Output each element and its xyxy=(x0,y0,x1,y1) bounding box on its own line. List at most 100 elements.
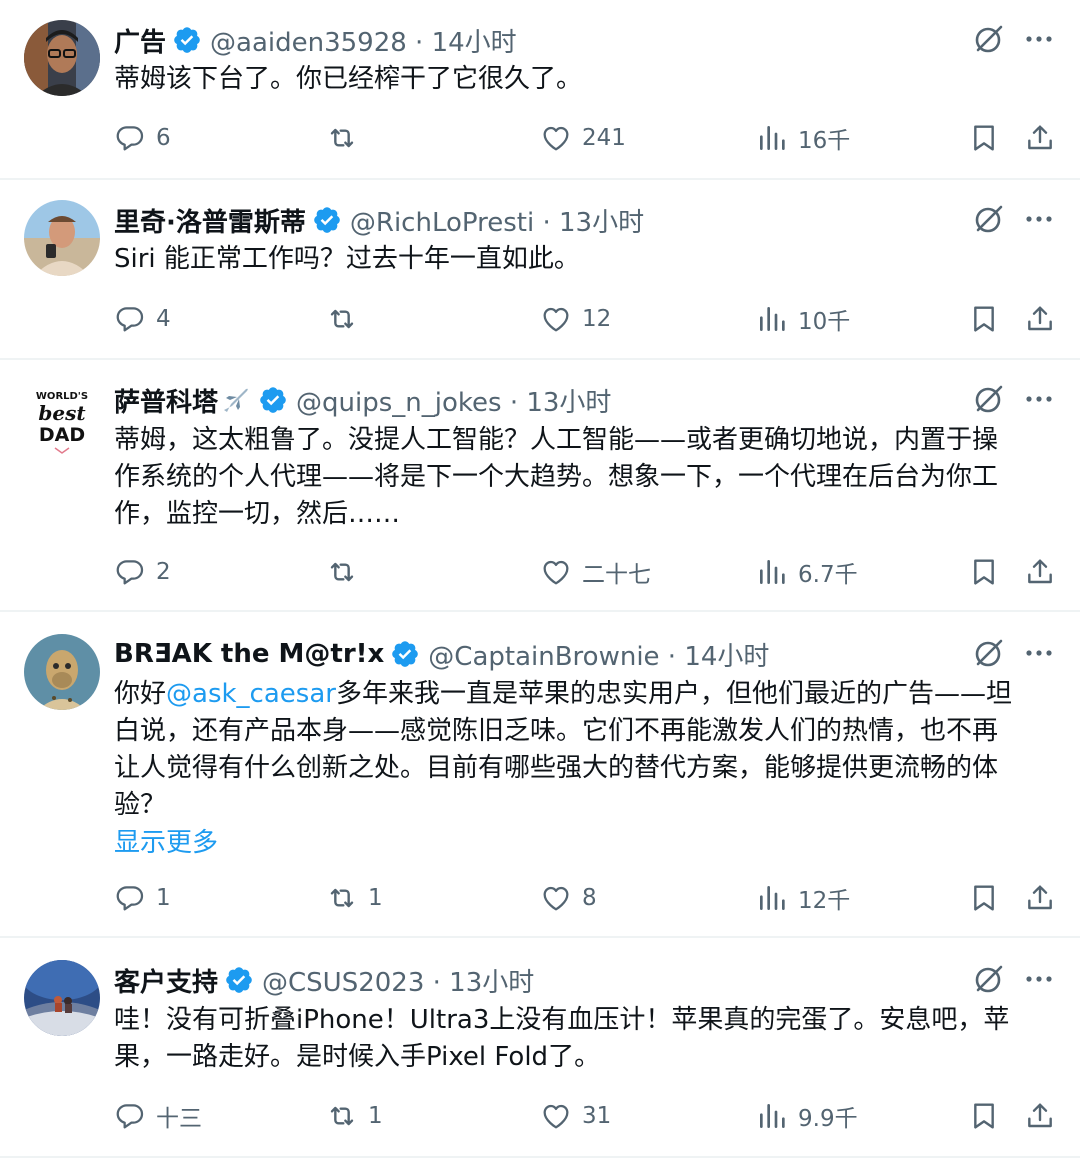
views-button[interactable]: 12千 xyxy=(756,878,850,918)
reply-button[interactable]: 1 xyxy=(114,878,171,918)
display-name[interactable]: 客户支持 xyxy=(114,962,218,999)
like-button[interactable]: 241 xyxy=(540,118,626,158)
tweet[interactable]: BRƎAK the M@tr!x @CaptainBrownie · 14小时 … xyxy=(0,612,1080,936)
text-line: 作系统的个人代理——将是下一个大趋势。想象一下，一个代理在后台为你工 xyxy=(114,462,999,492)
retweet-button[interactable]: 1 xyxy=(326,878,383,918)
share-icon xyxy=(1028,306,1052,331)
tweet[interactable]: WORLD'S best DAD 萨普科塔 @quips_n_jokes · 1… xyxy=(0,360,1080,610)
grok-icon[interactable] xyxy=(972,382,1006,416)
avatar[interactable] xyxy=(24,634,100,710)
retweet-button[interactable] xyxy=(326,118,368,158)
bookmark-button[interactable] xyxy=(968,1096,1000,1136)
action-bar: 6 241 16千 xyxy=(0,118,1080,158)
more-options-icon[interactable] xyxy=(1022,962,1056,996)
show-more-link[interactable]: 显示更多 xyxy=(114,822,218,859)
action-bar: 4 12 10千 xyxy=(0,299,1080,339)
handle-and-time[interactable]: @RichLoPresti · 13小时 xyxy=(350,202,644,239)
share-button[interactable] xyxy=(1024,1096,1056,1136)
grok-icon[interactable] xyxy=(972,962,1006,996)
views-button[interactable]: 6.7千 xyxy=(756,552,858,592)
timeline: 广告 @aaiden35928 · 14小时 蒂姆该下台了。你已经榨干了它很久了… xyxy=(0,0,1080,1160)
like-button[interactable]: 8 xyxy=(540,878,597,918)
grok-icon[interactable] xyxy=(972,636,1006,670)
like-button[interactable]: 12 xyxy=(540,299,611,339)
tweet[interactable]: 客户支持 @CSUS2023 · 13小时 哇！没有可折叠iPhone！Ultr… xyxy=(0,938,1080,1156)
share-button[interactable] xyxy=(1024,878,1056,918)
share-button[interactable] xyxy=(1024,299,1056,339)
reply-icon xyxy=(116,886,144,911)
tweet-header: BRƎAK the M@tr!x @CaptainBrownie · 14小时 xyxy=(114,634,960,674)
views-button[interactable]: 10千 xyxy=(756,299,850,339)
view-count: 6.7千 xyxy=(798,562,858,588)
tweet[interactable]: 广告 @aaiden35928 · 14小时 蒂姆该下台了。你已经榨干了它很久了… xyxy=(0,0,1080,178)
display-name[interactable]: 里奇·洛普雷斯蒂 xyxy=(114,202,306,239)
handle-and-time[interactable]: @CSUS2023 · 13小时 xyxy=(262,962,534,999)
display-name[interactable]: 广告 xyxy=(114,22,166,59)
like-count: 二十七 xyxy=(582,562,651,588)
views-button[interactable]: 9.9千 xyxy=(756,1096,858,1136)
more-options-icon[interactable] xyxy=(1022,382,1056,416)
reply-icon xyxy=(116,126,144,151)
mention-link[interactable]: @ask_caesar xyxy=(166,679,336,709)
handle-and-time[interactable]: @aaiden35928 · 14小时 xyxy=(210,22,517,59)
text-line: 果，一路走好。是时候入手Pixel Fold了。 xyxy=(114,1042,601,1072)
text-line: 哇！没有可折叠iPhone！Ultra3上没有血压计！苹果真的完蛋了。安息吧，苹 xyxy=(114,1005,1010,1035)
bookmark-button[interactable] xyxy=(968,299,1000,339)
more-options-icon[interactable] xyxy=(1022,202,1056,236)
avatar[interactable]: WORLD'S best DAD xyxy=(24,380,100,456)
like-button[interactable]: 31 xyxy=(540,1096,611,1136)
grok-icon[interactable] xyxy=(972,22,1006,56)
retweet-button[interactable]: 1 xyxy=(326,1096,383,1136)
retweet-icon xyxy=(330,128,354,148)
bookmark-icon xyxy=(974,885,994,911)
views-icon xyxy=(760,1104,785,1128)
tweet-header: 里奇·洛普雷斯蒂 @RichLoPresti · 13小时 xyxy=(114,200,960,240)
tweet-text: 你好@ask_caesar多年来我一直是苹果的忠实用户，但他们最近的广告——坦 … xyxy=(114,676,1046,824)
like-button[interactable]: 二十七 xyxy=(540,552,651,592)
airplane-emoji xyxy=(224,388,248,412)
share-button[interactable] xyxy=(1024,552,1056,592)
views-icon xyxy=(760,560,785,584)
view-count: 10千 xyxy=(798,309,851,335)
reply-button[interactable]: 2 xyxy=(114,552,171,592)
heart-icon xyxy=(543,1104,569,1129)
divider xyxy=(0,1156,1080,1158)
views-button[interactable]: 16千 xyxy=(756,118,850,158)
avatar[interactable] xyxy=(24,20,100,96)
reply-count: 1 xyxy=(156,885,171,911)
view-count: 12千 xyxy=(798,888,851,914)
tweet-text: 哇！没有可折叠iPhone！Ultra3上没有血压计！苹果真的完蛋了。安息吧，苹… xyxy=(114,1002,1046,1076)
bookmark-button[interactable] xyxy=(968,552,1000,592)
retweet-count: 1 xyxy=(368,885,383,911)
avatar[interactable] xyxy=(24,200,100,276)
view-count: 16千 xyxy=(798,128,851,154)
verified-badge-icon xyxy=(174,27,200,53)
text-line: 验？ xyxy=(114,790,167,820)
reply-count: 4 xyxy=(156,306,171,332)
tweet-header: 萨普科塔 @quips_n_jokes · 13小时 xyxy=(114,380,960,420)
handle-and-time[interactable]: @CaptainBrownie · 14小时 xyxy=(428,636,769,673)
tweet-text: 蒂姆，这太粗鲁了。没提人工智能？人工智能——或者更确切地说，内置于操 作系统的个… xyxy=(114,422,1046,533)
reply-button[interactable]: 十三 xyxy=(114,1096,202,1136)
text-prefix: 你好 xyxy=(114,679,167,709)
text-line: 白说，还有产品本身——感觉陈旧乏味。它们不再能激发人们的热情，也不再 xyxy=(114,716,999,746)
bookmark-button[interactable] xyxy=(968,118,1000,158)
more-options-icon[interactable] xyxy=(1022,636,1056,670)
tweet[interactable]: 里奇·洛普雷斯蒂 @RichLoPresti · 13小时 Siri 能正常工作… xyxy=(0,180,1080,358)
share-button[interactable] xyxy=(1024,118,1056,158)
views-icon xyxy=(760,886,785,910)
bookmark-icon xyxy=(974,306,994,332)
bookmark-button[interactable] xyxy=(968,878,1000,918)
retweet-button[interactable] xyxy=(326,299,368,339)
reply-button[interactable]: 6 xyxy=(114,118,171,158)
grok-icon[interactable] xyxy=(972,202,1006,236)
verified-badge-icon xyxy=(314,207,340,233)
more-options-icon[interactable] xyxy=(1022,22,1056,56)
retweet-button[interactable] xyxy=(326,552,368,592)
avatar[interactable] xyxy=(24,960,100,1036)
handle-and-time[interactable]: @quips_n_jokes · 13小时 xyxy=(296,382,611,419)
reply-button[interactable]: 4 xyxy=(114,299,171,339)
display-name[interactable]: BRƎAK the M@tr!x xyxy=(114,639,384,669)
views-icon xyxy=(760,126,785,150)
display-name[interactable]: 萨普科塔 xyxy=(114,382,218,419)
